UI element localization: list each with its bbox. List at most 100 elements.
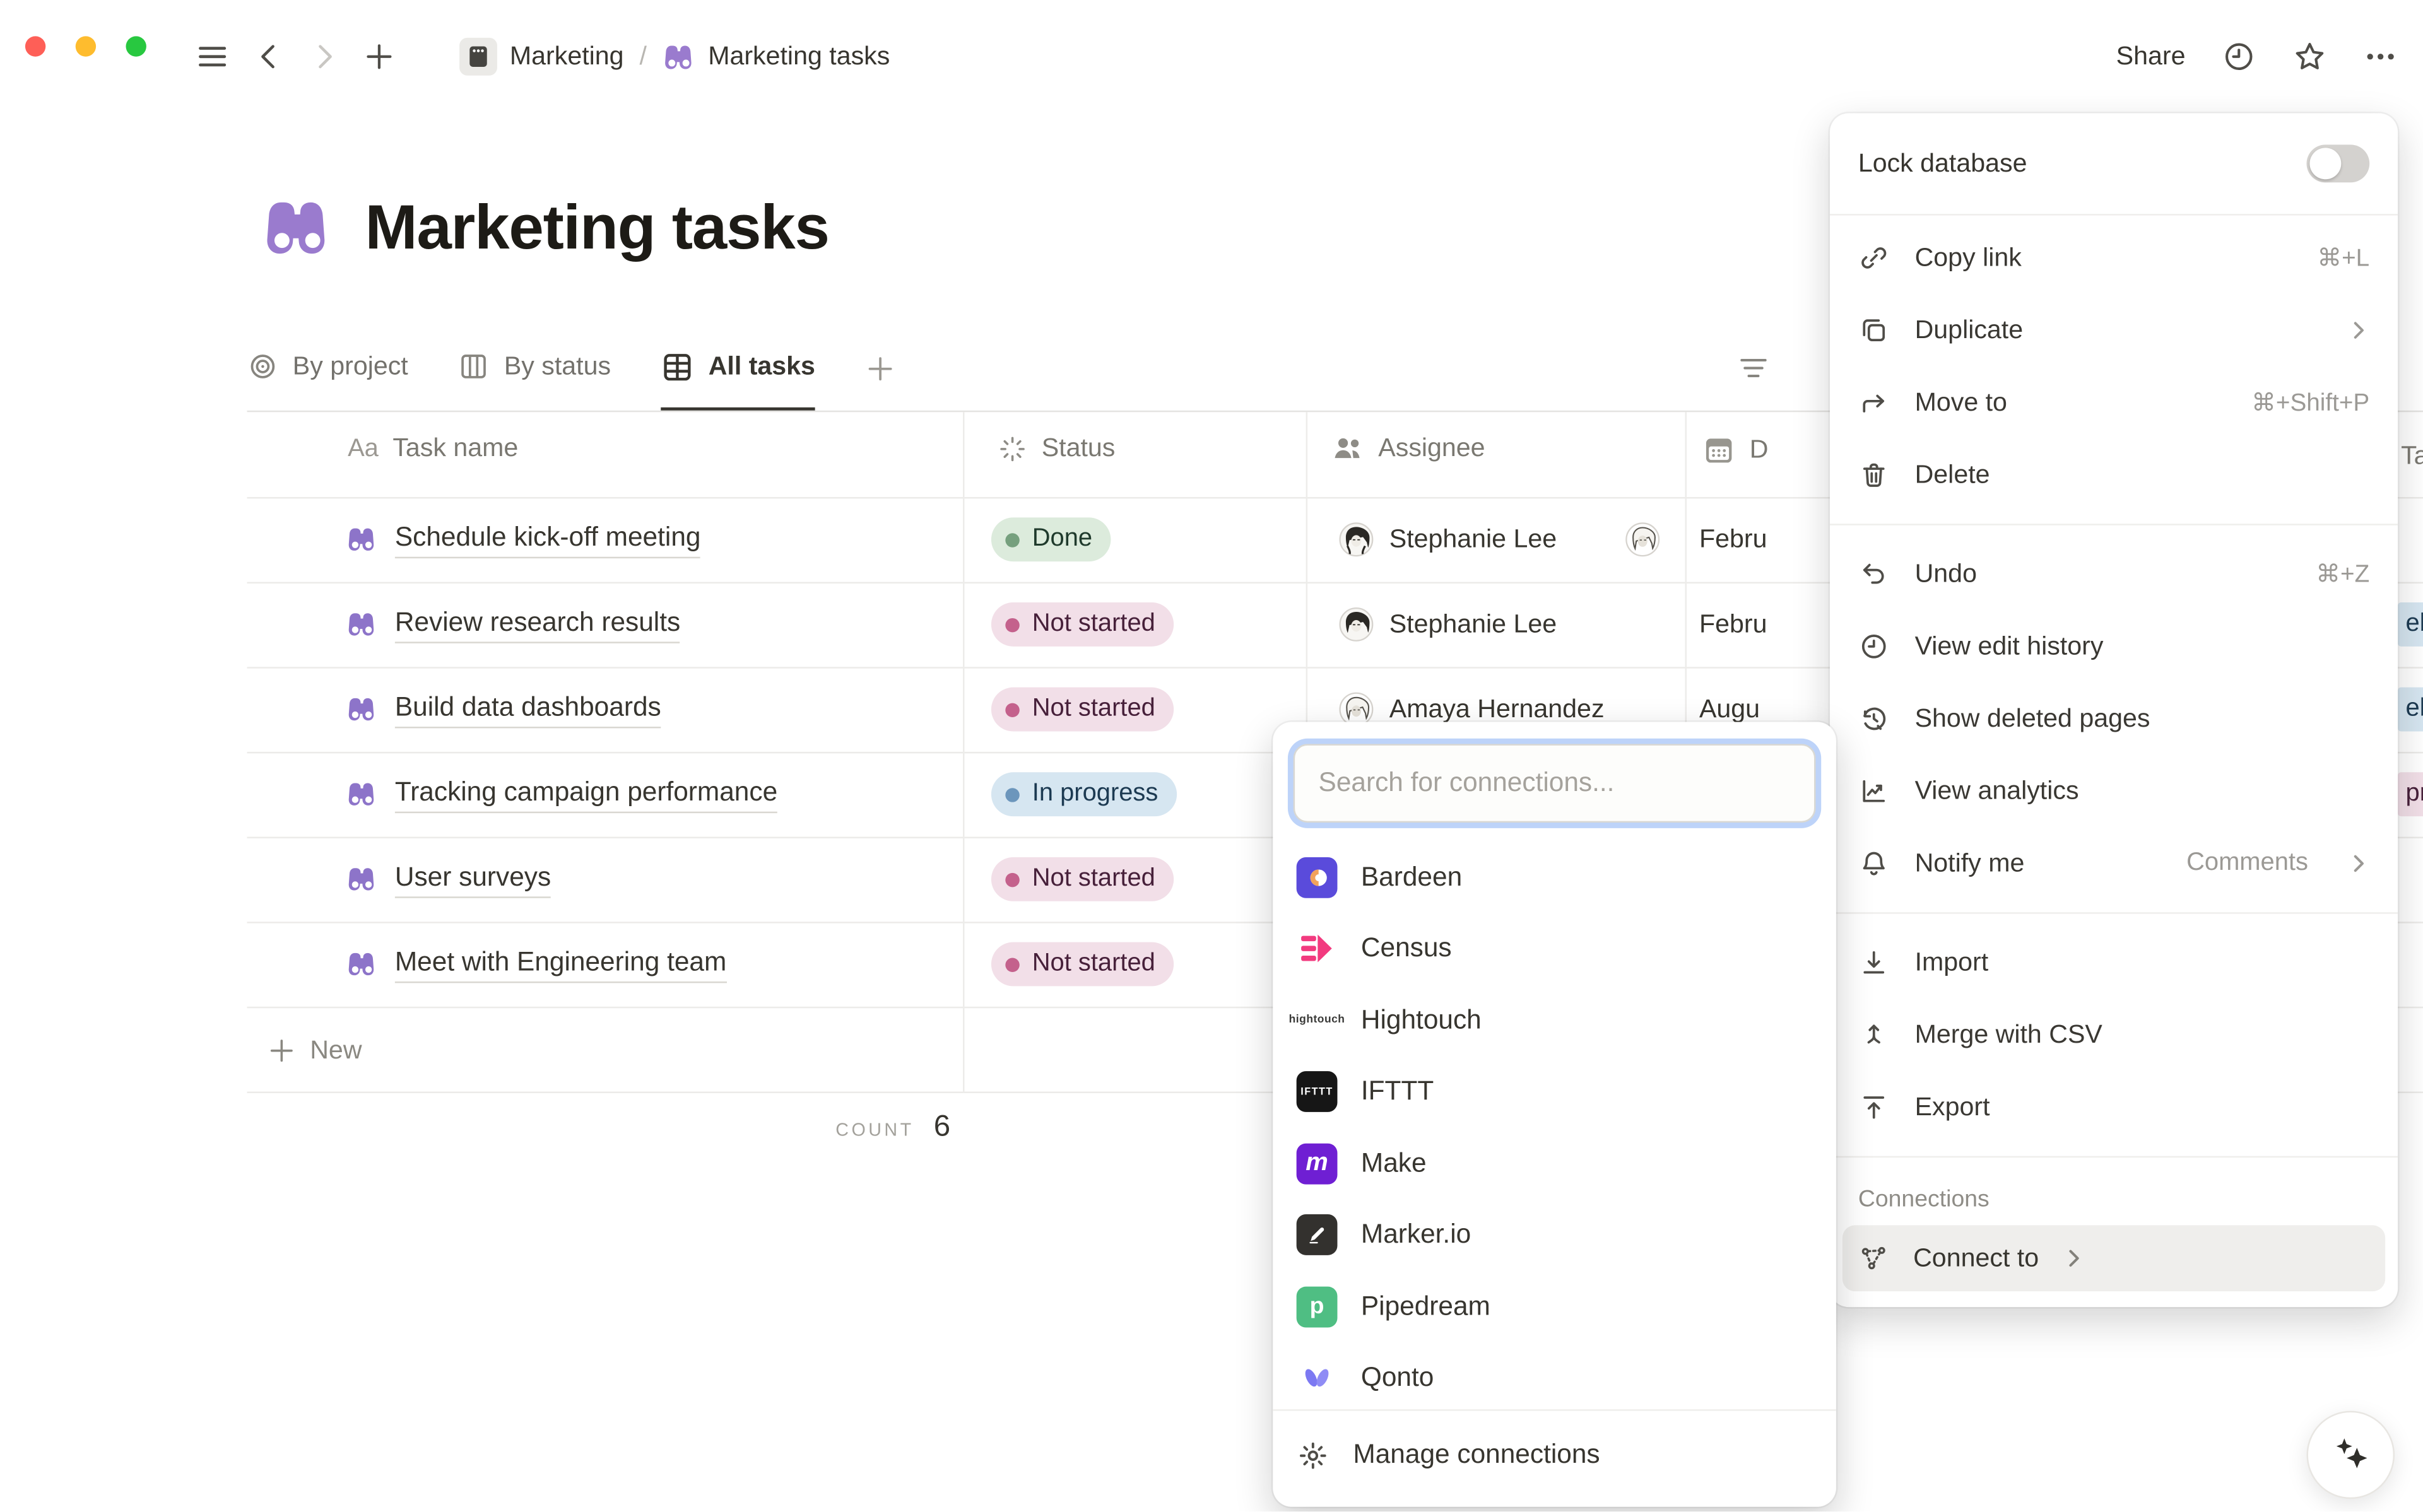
- notify-me-value: Comments: [2186, 849, 2308, 877]
- sidebar-menu-icon[interactable]: [195, 39, 230, 74]
- menu-item-merge-with-csv[interactable]: Merge with CSV: [1830, 999, 2398, 1071]
- status-pill[interactable]: In progress: [991, 772, 1177, 816]
- filter-icon[interactable]: [1737, 351, 1772, 385]
- connection-item-markerio[interactable]: Marker.io: [1282, 1199, 1827, 1270]
- updates-clock-icon[interactable]: [2222, 39, 2256, 74]
- connection-item-ifttt[interactable]: IFTTT IFTTT: [1282, 1056, 1827, 1127]
- lock-database-toggle[interactable]: [2306, 144, 2369, 182]
- avatar-stephanie: [1339, 522, 1374, 557]
- menu-item-show-deleted-pages[interactable]: Show deleted pages: [1830, 683, 2398, 755]
- manage-connections-button[interactable]: Manage connections: [1273, 1411, 1836, 1499]
- task-name-link[interactable]: User surveys: [395, 861, 551, 897]
- connection-item-bardeen[interactable]: Bardeen: [1282, 841, 1827, 913]
- column-header-date[interactable]: D: [1702, 434, 1769, 467]
- status-pill[interactable]: Not started: [991, 942, 1174, 987]
- connections-list: Bardeen Census hightouch Hightouch IFTTT…: [1273, 829, 1836, 1409]
- connection-item-qonto[interactable]: Qonto: [1282, 1342, 1827, 1409]
- menu-item-notify-me[interactable]: Notify me Comments: [1830, 828, 2398, 900]
- import-icon: [1858, 947, 1890, 978]
- breadcrumb-parent[interactable]: Marketing: [510, 42, 624, 71]
- menu-item-view-analytics[interactable]: View analytics: [1830, 755, 2398, 828]
- task-name-link[interactable]: Review research results: [395, 606, 680, 642]
- gear-icon: [1297, 1438, 1329, 1471]
- status-pill[interactable]: Not started: [991, 688, 1174, 732]
- assignee-name[interactable]: Amaya Hernandez: [1389, 694, 1605, 724]
- column-header-task[interactable]: Aa Task name: [348, 434, 518, 464]
- menu-item-duplicate[interactable]: Duplicate: [1830, 294, 2398, 366]
- census-logo: [1297, 929, 1338, 970]
- date-cell[interactable]: Febru: [1699, 582, 1830, 667]
- tag-pill-fragment[interactable]: pr: [2398, 772, 2423, 816]
- status-spinner-icon: [998, 434, 1027, 464]
- connection-item-census[interactable]: Census: [1282, 913, 1827, 984]
- connection-item-make[interactable]: m Make: [1282, 1128, 1827, 1199]
- marketing-page-icon[interactable]: [459, 38, 497, 76]
- assignee-name[interactable]: Stephanie Lee: [1389, 525, 1557, 554]
- column-header-status[interactable]: Status: [998, 434, 1115, 464]
- avatar-stephanie: [1339, 607, 1374, 642]
- undo-icon: [1858, 558, 1890, 590]
- back-icon[interactable]: [253, 41, 285, 73]
- assignee-name[interactable]: Stephanie Lee: [1389, 609, 1557, 639]
- menu-item-view-edit-history[interactable]: View edit history: [1830, 610, 2398, 683]
- connection-item-pipedream[interactable]: p Pipedream: [1282, 1271, 1827, 1342]
- menu-item-copy-link[interactable]: Copy link⌘+L: [1830, 222, 2398, 295]
- task-binoculars-icon: [346, 778, 378, 810]
- status-pill[interactable]: Not started: [991, 602, 1174, 647]
- favorite-star-icon[interactable]: [2292, 39, 2327, 74]
- breadcrumb-current[interactable]: Marketing tasks: [708, 42, 890, 71]
- add-view-icon[interactable]: [866, 353, 895, 383]
- zoom-window-button[interactable]: [126, 36, 146, 56]
- search-input[interactable]: [1316, 766, 1794, 800]
- share-button[interactable]: Share: [2116, 42, 2186, 71]
- menu-item-move-to[interactable]: Move to⌘+Shift+P: [1830, 366, 2398, 439]
- connections-search[interactable]: [1294, 744, 1816, 823]
- notion-ai-button[interactable]: [2306, 1411, 2395, 1499]
- plus-icon: [268, 1036, 296, 1065]
- task-binoculars-icon: [346, 609, 378, 640]
- status-pill[interactable]: Done: [991, 517, 1111, 561]
- page-binoculars-icon[interactable]: [261, 192, 334, 264]
- bardeen-logo: [1297, 857, 1338, 898]
- board-icon: [459, 351, 490, 382]
- count-value: 6: [934, 1110, 950, 1143]
- connection-item-hightouch[interactable]: hightouch Hightouch: [1282, 985, 1827, 1056]
- new-tab-icon[interactable]: [363, 41, 395, 73]
- column-header-tags[interactable]: Ta: [2401, 442, 2423, 472]
- page-title[interactable]: Marketing tasks: [365, 192, 828, 263]
- analytics-icon: [1858, 775, 1890, 807]
- database-options-menu: Lock database Copy link⌘+L Duplicate Mov…: [1830, 114, 2398, 1308]
- connections-popup: Bardeen Census hightouch Hightouch IFTTT…: [1273, 722, 1836, 1507]
- menu-item-export[interactable]: Export: [1830, 1071, 2398, 1144]
- menu-item-connect-to[interactable]: Connect to: [1842, 1225, 2385, 1291]
- task-name-link[interactable]: Tracking campaign performance: [395, 777, 777, 812]
- tag-pill-fragment[interactable]: eb: [2398, 602, 2423, 647]
- menu-item-delete[interactable]: Delete: [1830, 439, 2398, 512]
- tab-by-status[interactable]: By status: [459, 325, 611, 411]
- chevron-right-icon: [2347, 319, 2369, 341]
- date-cell[interactable]: Febru: [1699, 497, 1830, 582]
- task-binoculars-icon: [346, 864, 378, 895]
- forward-icon[interactable]: [309, 41, 340, 73]
- tag-pill-fragment[interactable]: eb: [2398, 688, 2423, 732]
- task-name-link[interactable]: Schedule kick-off meeting: [395, 522, 701, 558]
- task-name-link[interactable]: Meet with Engineering team: [395, 946, 726, 982]
- minimize-window-button[interactable]: [76, 36, 96, 56]
- close-window-button[interactable]: [25, 36, 45, 56]
- menu-item-import[interactable]: Import: [1830, 927, 2398, 999]
- count-footer[interactable]: COUNT 6: [567, 1110, 950, 1145]
- notion-window: Marketing / Marketing tasks Share Market…: [0, 0, 2423, 1511]
- tab-by-project[interactable]: By project: [247, 325, 408, 411]
- status-pill[interactable]: Not started: [991, 857, 1174, 901]
- ifttt-logo: IFTTT: [1297, 1072, 1338, 1113]
- target-icon: [247, 351, 278, 382]
- move-to-icon: [1858, 387, 1890, 418]
- tab-all-tasks[interactable]: All tasks: [661, 325, 815, 411]
- menu-divider: [1830, 912, 2398, 913]
- menu-item-undo[interactable]: Undo⌘+Z: [1830, 538, 2398, 611]
- lock-database-row[interactable]: Lock database: [1830, 114, 2398, 214]
- new-row-button[interactable]: New: [268, 1008, 362, 1093]
- task-name-link[interactable]: Build data dashboards: [395, 691, 661, 727]
- column-header-assignee[interactable]: Assignee: [1331, 434, 1485, 464]
- more-options-icon[interactable]: [2363, 39, 2398, 74]
